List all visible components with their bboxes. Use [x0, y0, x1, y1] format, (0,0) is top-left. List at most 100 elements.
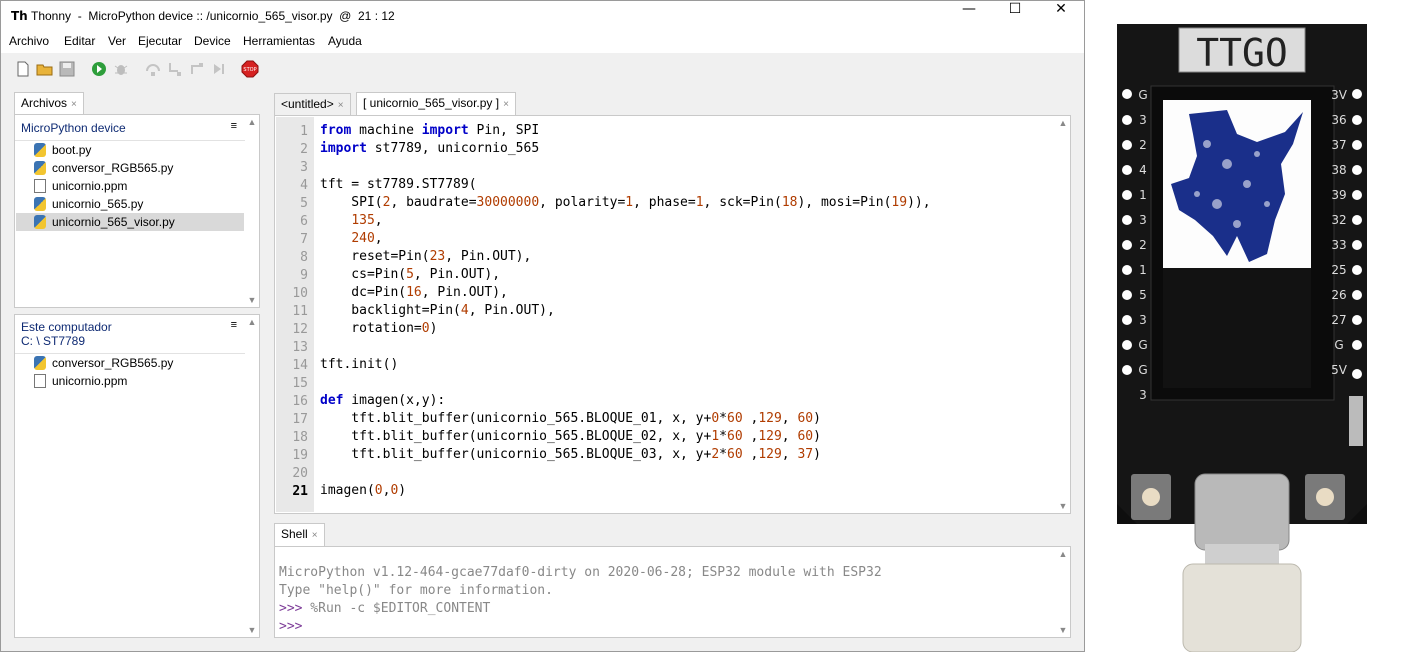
- pin-label: 25: [1331, 263, 1346, 277]
- document-icon: [34, 179, 46, 193]
- code-line[interactable]: tft.blit_buffer(unicornio_565.BLOQUE_01,…: [320, 410, 821, 428]
- pin-label: G: [1138, 88, 1147, 102]
- menu-herramientas[interactable]: Herramientas: [243, 34, 315, 48]
- file-name: unicornio_565_visor.py: [52, 215, 175, 229]
- vertical-scrollbar[interactable]: ▲ ▼: [245, 315, 259, 637]
- shell-line[interactable]: MicroPython v1.12-464-gcae77daf0-dirty o…: [279, 564, 882, 582]
- list-item[interactable]: conversor_RGB565.py: [16, 354, 244, 372]
- code-line[interactable]: tft.blit_buffer(unicornio_565.BLOQUE_02,…: [320, 428, 821, 446]
- pin-label: 3: [1139, 388, 1147, 402]
- code-line[interactable]: backlight=Pin(4, Pin.OUT),: [320, 302, 555, 320]
- menu-editar[interactable]: Editar: [64, 34, 95, 48]
- list-item[interactable]: unicornio.ppm: [16, 372, 244, 390]
- run-icon[interactable]: [90, 60, 108, 78]
- close-icon[interactable]: ×: [312, 530, 318, 541]
- pin-label: 2: [1139, 138, 1147, 152]
- scroll-up-icon[interactable]: ▲: [245, 317, 259, 327]
- close-icon[interactable]: ×: [338, 100, 344, 111]
- list-item-selected[interactable]: unicornio_565_visor.py: [16, 213, 244, 231]
- pin-label: 32: [1331, 213, 1346, 227]
- code-line[interactable]: 240,: [320, 230, 382, 248]
- tab-untitled[interactable]: <untitled> ×: [274, 93, 351, 115]
- shell-line[interactable]: Type "help()" for more information.: [279, 582, 553, 600]
- tab-archivos[interactable]: Archivos ×: [14, 92, 84, 115]
- vertical-scrollbar[interactable]: ▲ ▼: [245, 115, 259, 307]
- pin-label: 4: [1139, 163, 1147, 177]
- debug-icon[interactable]: [112, 60, 130, 78]
- line-number: 10: [292, 286, 308, 301]
- code-line[interactable]: imagen(0,0): [320, 482, 406, 500]
- step-over-icon[interactable]: [144, 60, 162, 78]
- close-icon[interactable]: ×: [503, 99, 509, 110]
- line-number: 6: [300, 214, 308, 229]
- panel-menu-icon[interactable]: ≡: [231, 319, 237, 331]
- tab-shell[interactable]: Shell ×: [274, 523, 325, 546]
- vertical-scrollbar[interactable]: ▲ ▼: [1056, 116, 1070, 513]
- code-line[interactable]: tft.init(): [320, 356, 398, 374]
- line-number: 1: [300, 124, 308, 139]
- python-file-icon: [34, 215, 46, 229]
- scroll-up-icon[interactable]: ▲: [1056, 118, 1070, 128]
- code-line[interactable]: dc=Pin(16, Pin.OUT),: [320, 284, 508, 302]
- shell-prompt: >>>: [279, 619, 303, 634]
- scroll-down-icon[interactable]: ▼: [245, 295, 259, 305]
- menu-archivo[interactable]: Archivo: [9, 34, 49, 48]
- panel-menu-icon[interactable]: ≡: [231, 120, 237, 132]
- stop-icon[interactable]: STOP: [241, 60, 259, 78]
- thonny-logo-icon: Th: [11, 9, 28, 23]
- list-item[interactable]: conversor_RGB565.py: [16, 159, 244, 177]
- code-line[interactable]: reset=Pin(23, Pin.OUT),: [320, 248, 531, 266]
- maximize-button[interactable]: ☐: [992, 1, 1038, 31]
- close-button[interactable]: ✕: [1038, 1, 1084, 31]
- code-line[interactable]: tft = st7789.ST7789(: [320, 176, 477, 194]
- scroll-up-icon[interactable]: ▲: [245, 117, 259, 127]
- pin-label: 5: [1139, 288, 1147, 302]
- python-file-icon: [34, 356, 46, 370]
- code-line[interactable]: 135,: [320, 212, 382, 230]
- scroll-down-icon[interactable]: ▼: [1056, 625, 1070, 635]
- pin-label: 39: [1331, 188, 1346, 202]
- list-item[interactable]: boot.py: [16, 141, 244, 159]
- close-icon[interactable]: ×: [71, 99, 77, 110]
- save-icon[interactable]: [58, 60, 76, 78]
- line-number: 17: [292, 412, 308, 427]
- minimize-button[interactable]: —: [946, 1, 992, 31]
- shell-line[interactable]: >>>: [279, 618, 302, 636]
- scroll-down-icon[interactable]: ▼: [1056, 501, 1070, 511]
- pin-label: G: [1138, 363, 1147, 377]
- code-line[interactable]: def imagen(x,y):: [320, 392, 445, 410]
- code-editor[interactable]: 1 2 3 4 5 6 7 8 9 10 11 12 13 14 15 16 17 18 19 20 21 from m…: [274, 115, 1071, 514]
- menu-ver[interactable]: Ver: [108, 34, 126, 48]
- shell-text: %Run -c $EDITOR_CONTENT: [302, 601, 491, 616]
- line-number: 20: [292, 466, 308, 481]
- tab-label: Shell: [281, 527, 308, 541]
- code-line[interactable]: tft.blit_buffer(unicornio_565.BLOQUE_03,…: [320, 446, 821, 464]
- step-into-icon[interactable]: [166, 60, 184, 78]
- line-number: 15: [292, 376, 308, 391]
- computer-path[interactable]: C: \ ST7789: [21, 334, 85, 348]
- code-line[interactable]: cs=Pin(5, Pin.OUT),: [320, 266, 500, 284]
- scroll-down-icon[interactable]: ▼: [245, 625, 259, 635]
- menu-ayuda[interactable]: Ayuda: [328, 34, 362, 48]
- resume-icon[interactable]: [210, 60, 228, 78]
- step-out-icon[interactable]: [188, 60, 206, 78]
- shell-line[interactable]: >>> %Run -c $EDITOR_CONTENT: [279, 600, 490, 618]
- vertical-scrollbar[interactable]: ▲ ▼: [1056, 547, 1070, 637]
- open-file-icon[interactable]: [36, 60, 54, 78]
- list-item[interactable]: unicornio_565.py: [16, 195, 244, 213]
- list-item[interactable]: unicornio.ppm: [16, 177, 244, 195]
- document-icon: [34, 374, 46, 388]
- code-line[interactable]: SPI(2, baudrate=30000000, polarity=1, ph…: [320, 194, 930, 212]
- menu-ejecutar[interactable]: Ejecutar: [138, 34, 182, 48]
- code-line[interactable]: import st7789, unicornio_565: [320, 140, 539, 158]
- thonny-window: Th Thonny - MicroPython device :: /unico…: [0, 0, 1085, 652]
- menu-device[interactable]: Device: [194, 34, 231, 48]
- scroll-up-icon[interactable]: ▲: [1056, 549, 1070, 559]
- code-line[interactable]: rotation=0): [320, 320, 437, 338]
- new-file-icon[interactable]: [14, 60, 32, 78]
- tab-unicornio-visor[interactable]: [ unicornio_565_visor.py ] ×: [356, 92, 516, 115]
- line-number: 18: [292, 430, 308, 445]
- pin-label: G: [1334, 338, 1343, 352]
- shell-panel[interactable]: MicroPython v1.12-464-gcae77daf0-dirty o…: [274, 546, 1071, 638]
- code-line[interactable]: from machine import Pin, SPI: [320, 122, 539, 140]
